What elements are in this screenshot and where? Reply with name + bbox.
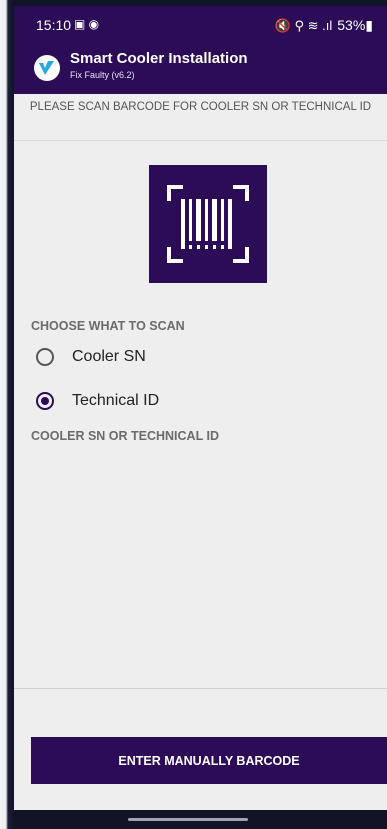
radio-button-icon[interactable] — [36, 348, 54, 366]
app-title: Smart Cooler Installation — [70, 50, 248, 67]
notification-icons: ▣ ◉ — [74, 17, 100, 31]
barcode-scan-icon — [167, 185, 249, 263]
battery-level: 53%▮ — [337, 17, 373, 33]
home-indicator[interactable] — [128, 818, 248, 821]
enter-manually-button[interactable]: ENTER MANUALLY BARCODE — [31, 737, 387, 784]
system-icons: 🔇 ⚲ ≋ .ıl 53%▮ — [275, 17, 373, 34]
choose-scan-label: CHOOSE WHAT TO SCAN — [31, 319, 185, 333]
divider — [14, 688, 387, 689]
status-time: 15:10 — [36, 17, 72, 33]
radio-label: Technical ID — [72, 392, 160, 409]
app-subtitle: Fix Faulty (v6.2) — [70, 70, 135, 80]
app-logo-icon — [34, 55, 60, 81]
divider — [14, 140, 387, 141]
signal-icons: 🔇 ⚲ ≋ .ıl — [274, 17, 333, 33]
scan-result-label: COOLER SN OR TECHNICAL ID — [31, 429, 219, 443]
radio-button-selected-icon[interactable] — [36, 392, 54, 410]
app-bar: Smart Cooler Installation Fix Faulty (v6… — [14, 44, 387, 94]
scan-instruction: PLEASE SCAN BARCODE FOR COOLER SN OR TEC… — [29, 101, 372, 113]
phone-screen: 15:10 ▣ ◉ 🔇 ⚲ ≋ .ıl 53%▮ Smart Cooler In… — [14, 6, 387, 810]
device-frame-left — [0, 0, 14, 829]
radio-label: Cooler SN — [72, 348, 146, 365]
status-bar: 15:10 ▣ ◉ 🔇 ⚲ ≋ .ıl 53%▮ — [14, 6, 387, 44]
radio-option-cooler-sn[interactable]: Cooler SN — [36, 344, 146, 370]
barcode-scan-button[interactable] — [149, 165, 267, 283]
radio-option-technical-id[interactable]: Technical ID — [36, 388, 159, 414]
